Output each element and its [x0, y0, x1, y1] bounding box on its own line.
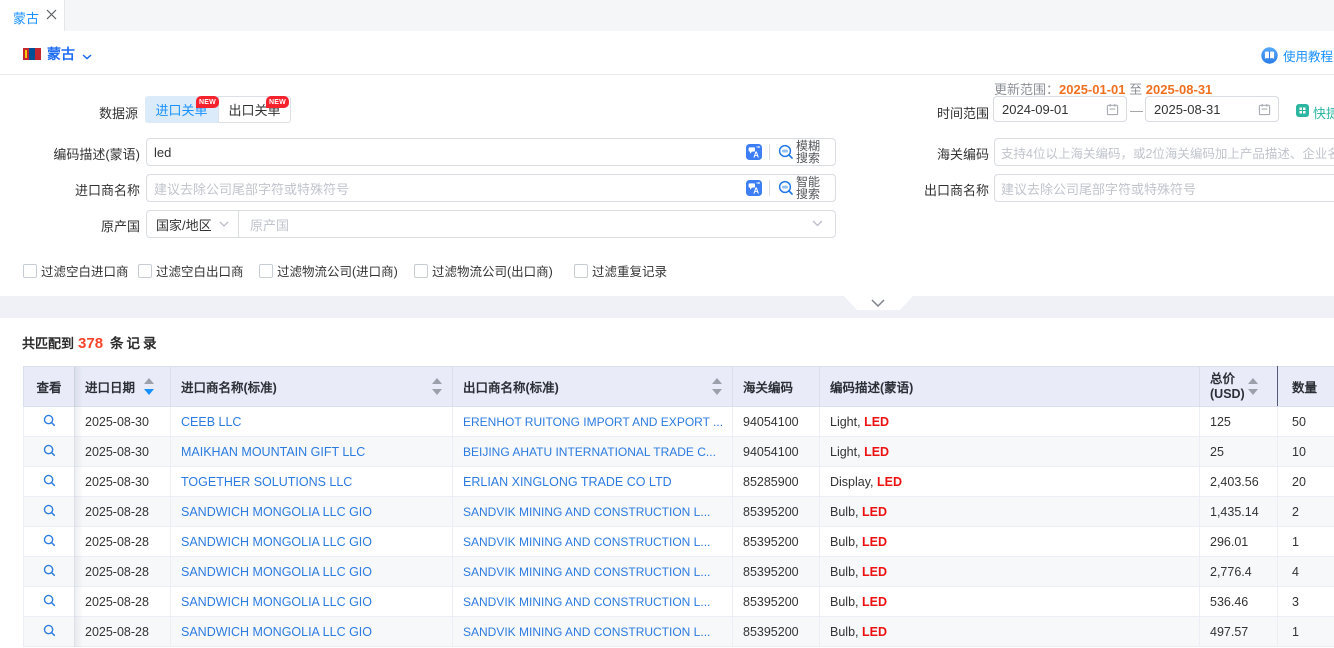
svg-text:A: A [753, 187, 759, 196]
svg-text:A: A [753, 151, 759, 160]
